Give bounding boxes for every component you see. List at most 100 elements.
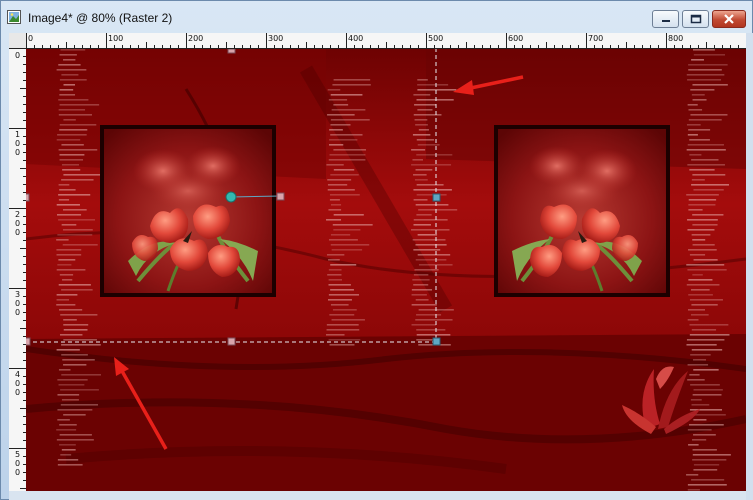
text-line-mark — [415, 319, 453, 321]
text-line-mark — [59, 189, 76, 191]
text-line-mark — [58, 219, 96, 221]
text-line-mark — [57, 464, 83, 466]
text-line-mark — [329, 154, 366, 156]
text-line-mark — [331, 109, 366, 111]
text-line-mark — [62, 169, 81, 171]
text-line-mark — [692, 454, 731, 456]
horizontal-scrollbar[interactable] — [9, 491, 746, 500]
vertical-ruler[interactable]: 0 1 0 0 2 0 0 3 0 0 4 0 0 5 0 0 — [9, 48, 27, 491]
text-line-mark — [61, 344, 101, 346]
text-line-mark — [689, 169, 715, 171]
text-line-mark — [687, 144, 724, 146]
text-line-mark — [416, 214, 432, 216]
text-line-mark — [56, 304, 76, 306]
text-line-mark — [687, 309, 706, 311]
text-line-mark — [59, 89, 74, 91]
ruler-label: 400 — [348, 34, 364, 43]
text-line-mark — [692, 239, 706, 241]
text-line-mark — [688, 249, 717, 251]
text-line-mark — [411, 289, 433, 291]
text-line-mark — [330, 134, 363, 136]
selection-handle[interactable] — [227, 337, 236, 346]
text-line-mark — [418, 129, 429, 131]
text-line-mark — [692, 84, 728, 86]
text-line-mark — [57, 459, 79, 461]
text-line-mark — [58, 99, 89, 101]
text-line-mark — [687, 379, 705, 381]
image-canvas[interactable] — [26, 49, 746, 491]
text-line-mark — [693, 389, 723, 391]
text-line-mark — [56, 439, 94, 441]
text-line-mark — [329, 129, 343, 131]
text-line-mark — [691, 479, 725, 481]
text-line-mark — [328, 294, 360, 296]
text-line-mark — [61, 449, 76, 451]
ruler-label: 3 0 0 — [14, 290, 21, 317]
text-line-mark — [57, 234, 93, 236]
text-line-mark — [326, 324, 359, 326]
text-line-mark — [60, 314, 98, 316]
text-line-mark — [691, 404, 710, 406]
text-line-mark — [416, 194, 447, 196]
text-line-mark — [63, 414, 86, 416]
text-line-mark — [691, 179, 705, 181]
text-line-mark — [60, 49, 86, 51]
text-line-mark — [63, 319, 77, 321]
text-line-mark — [690, 114, 728, 116]
text-line-mark — [333, 104, 349, 106]
text-line-mark — [59, 274, 74, 276]
text-line-mark — [57, 419, 70, 421]
text-line-mark — [688, 69, 722, 71]
text-line-mark — [691, 94, 705, 96]
text-line-mark — [328, 284, 351, 286]
text-line-mark — [687, 269, 727, 271]
text-line-mark — [693, 259, 718, 261]
selection-handle[interactable] — [432, 193, 441, 202]
text-line-mark — [416, 314, 442, 316]
text-line-mark — [416, 184, 444, 186]
text-line-mark — [687, 219, 718, 221]
text-line-mark — [692, 174, 726, 176]
vertical-scrollbar[interactable] — [746, 33, 753, 500]
text-line-mark — [58, 64, 81, 66]
ruler-label: 500 — [428, 34, 444, 43]
text-line-mark — [417, 254, 451, 256]
text-line-mark — [693, 464, 720, 466]
close-button[interactable] — [712, 10, 746, 28]
text-line-mark — [59, 309, 83, 311]
text-line-mark — [413, 189, 452, 191]
text-line-mark — [415, 259, 447, 261]
canvas-artwork — [26, 49, 746, 491]
selection-handle[interactable] — [26, 337, 31, 346]
ruler-label: 800 — [668, 34, 684, 43]
text-line-mark — [415, 169, 433, 171]
text-line-mark — [59, 424, 77, 426]
text-line-mark — [58, 149, 98, 151]
text-line-mark — [691, 329, 717, 331]
text-line-mark — [58, 284, 91, 286]
text-line-mark — [412, 134, 431, 136]
text-line-mark — [688, 64, 728, 66]
selection-handle[interactable] — [432, 337, 441, 346]
text-line-mark — [61, 399, 79, 401]
text-line-mark — [56, 294, 78, 296]
text-line-mark — [330, 204, 342, 206]
text-line-mark — [417, 89, 457, 91]
maximize-button[interactable] — [682, 10, 709, 28]
selection-handle[interactable] — [227, 49, 236, 54]
selection-handle[interactable] — [26, 193, 30, 202]
text-line-mark — [329, 144, 344, 146]
text-line-mark — [60, 454, 72, 456]
text-line-mark — [689, 324, 729, 326]
minimize-button[interactable] — [652, 10, 679, 28]
ruler-label: 0 — [28, 34, 34, 43]
title-bar[interactable]: Image4* @ 80% (Raster 2) — [1, 1, 752, 33]
text-line-mark — [326, 219, 342, 221]
horizontal-ruler[interactable]: 0 100 200 300 400 500 600 700 800 — [26, 33, 746, 49]
text-line-mark — [330, 124, 351, 126]
text-line-mark — [689, 334, 730, 336]
text-line-mark — [326, 329, 360, 331]
text-line-mark — [411, 324, 437, 326]
text-line-mark — [56, 254, 82, 256]
left-tulip-frame — [100, 125, 276, 297]
